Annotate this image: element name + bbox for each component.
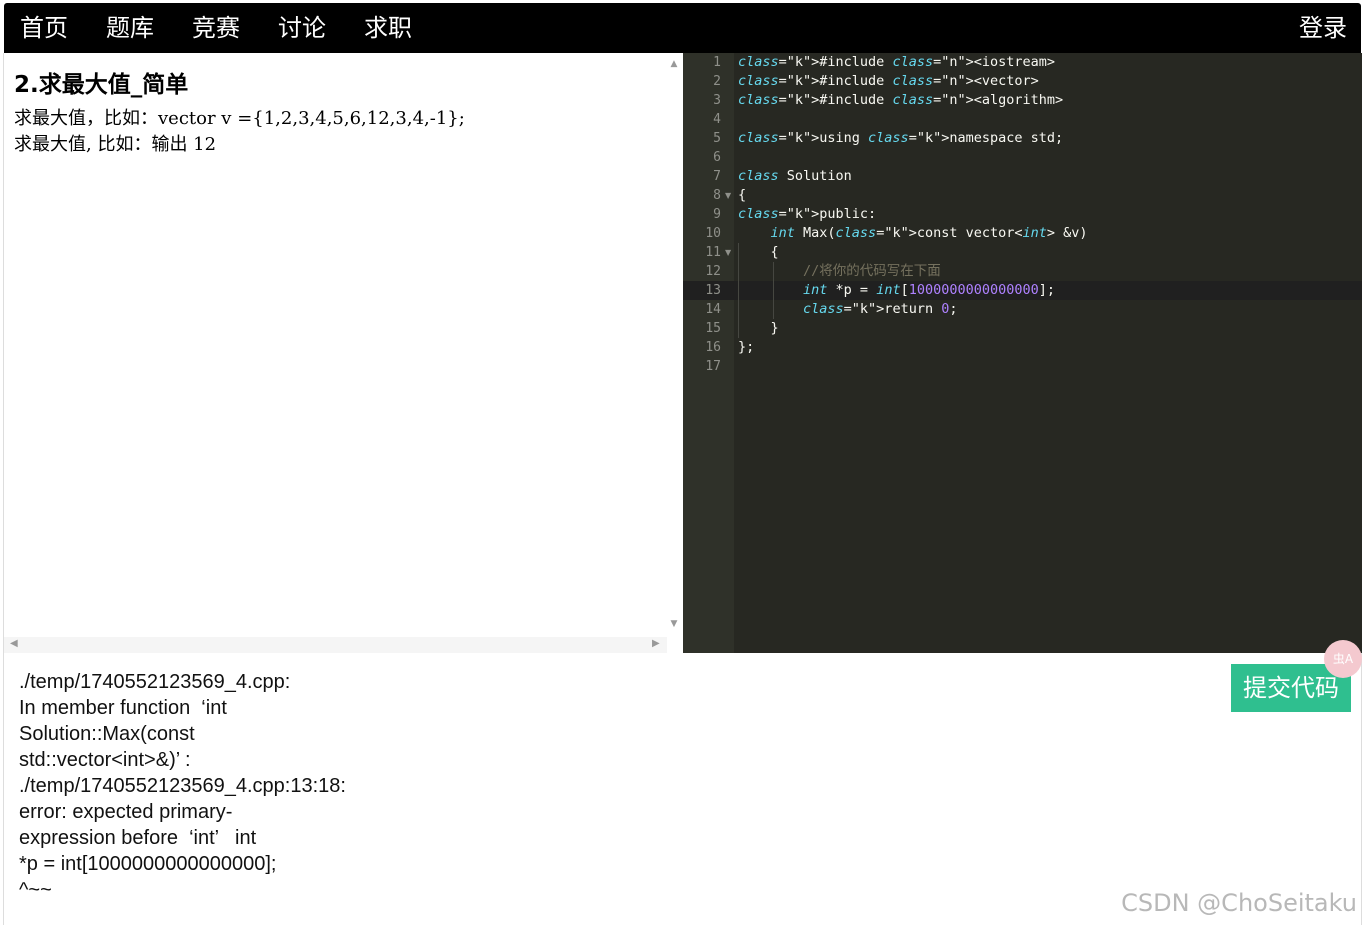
line-number: 1: [713, 55, 721, 70]
compile-error-output: ./temp/1740552123569_4.cpp: In member fu…: [19, 671, 346, 901]
code-line[interactable]: class="k">#include class="n"><iostream>: [738, 53, 1055, 72]
problem-desc-line: 求最大值，比如：vector v ={1,2,3,4,5,6,12,3,4,-1…: [14, 108, 465, 129]
code-line[interactable]: }: [738, 319, 779, 338]
line-number: 16: [705, 340, 721, 355]
line-number: 11: [705, 245, 721, 260]
problem-desc-line: 求最大值, 比如：输出 12: [14, 134, 217, 155]
code-line[interactable]: {: [738, 186, 746, 205]
line-number: 7: [713, 169, 721, 184]
line-number: 2: [713, 74, 721, 89]
nav-home-link[interactable]: 首页: [20, 3, 68, 53]
output-panel: ./temp/1740552123569_4.cpp: In member fu…: [4, 653, 1361, 925]
code-line[interactable]: class="k">using class="k">namespace std;: [738, 129, 1063, 148]
line-number: 10: [705, 226, 721, 241]
line-number: 8: [713, 188, 721, 203]
scroll-right-arrow-icon[interactable]: ▶: [652, 638, 660, 649]
fold-arrow-icon[interactable]: ▼: [725, 186, 731, 205]
line-number: 5: [713, 131, 721, 146]
scroll-up-arrow-icon[interactable]: ▲: [669, 59, 679, 69]
line-number: 14: [705, 302, 721, 317]
nav-problems-link[interactable]: 题库: [106, 3, 154, 53]
code-line[interactable]: class="k">return 0;: [738, 300, 957, 319]
code-editor[interactable]: 1 2 3 4 5 6 7 8 9 10 11 12 13 14 15 16 17 ▼ ▼ class="k">…: [683, 53, 1362, 653]
line-number: 13: [705, 283, 721, 298]
nav-jobs-link[interactable]: 求职: [364, 3, 412, 53]
line-number: 17: [705, 359, 721, 374]
watermark-text: CSDN @ChoSeitaku: [1121, 889, 1357, 917]
problem-description: 求最大值，比如：vector v ={1,2,3,4,5,6,12,3,4,-1…: [14, 106, 465, 158]
floating-assistant-icon[interactable]: 虫A: [1324, 640, 1362, 678]
code-line[interactable]: class="k">#include class="n"><vector>: [738, 72, 1039, 91]
fold-arrow-icon[interactable]: ▼: [725, 243, 731, 262]
scroll-down-arrow-icon[interactable]: ▼: [669, 619, 679, 629]
nav-discuss-link[interactable]: 讨论: [278, 3, 326, 53]
scroll-left-arrow-icon[interactable]: ◀: [10, 638, 18, 649]
code-line[interactable]: class="k">#include class="n"><algorithm>: [738, 91, 1063, 110]
code-line[interactable]: //将你的代码写在下面: [738, 262, 941, 281]
line-number: 6: [713, 150, 721, 165]
code-line[interactable]: class Solution: [738, 167, 852, 186]
code-line[interactable]: {: [738, 243, 779, 262]
line-number: 9: [713, 207, 721, 222]
code-line[interactable]: int Max(class="k">const vector<int> &v): [738, 224, 1088, 243]
top-nav: 首页 题库 竞赛 讨论 求职 登录: [4, 3, 1361, 53]
nav-contest-link[interactable]: 竞赛: [192, 3, 240, 53]
code-line[interactable]: class="k">public:: [738, 205, 876, 224]
problem-panel[interactable]: 2.求最大值_简单 求最大值，比如：vector v ={1,2,3,4,5,6…: [4, 53, 683, 653]
login-link[interactable]: 登录: [1299, 3, 1347, 53]
horizontal-scrollbar[interactable]: ◀ ▶: [4, 637, 667, 653]
line-number: 4: [713, 112, 721, 127]
line-number: 3: [713, 93, 721, 108]
problem-title: 2.求最大值_简单: [14, 72, 189, 98]
line-number: 15: [705, 321, 721, 336]
line-number: 12: [705, 264, 721, 279]
code-line[interactable]: };: [738, 338, 754, 357]
code-line[interactable]: int *p = int[1000000000000000];: [738, 281, 1055, 300]
